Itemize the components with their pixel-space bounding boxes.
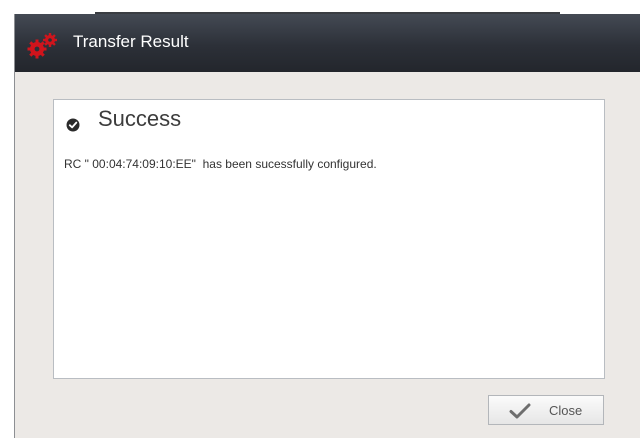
close-button[interactable]: Close [488,395,604,425]
status-heading: Success [98,106,182,131]
checkmark-icon [509,403,531,419]
close-button-label: Close [549,403,583,418]
status-message: RC " 00:04:74:09:10:EE" has been sucessf… [64,157,377,171]
title-bar[interactable]: Transfer Result [15,14,640,72]
dialog-title: Transfer Result [73,32,189,51]
transfer-result-dialog: Transfer Result Success RC " 00:04:74:09… [14,14,640,438]
background-window-edge [95,0,560,14]
checkmark-circle-icon [66,117,80,132]
result-panel: Success RC " 00:04:74:09:10:EE" has been… [53,99,605,379]
gears-icon [27,31,61,59]
